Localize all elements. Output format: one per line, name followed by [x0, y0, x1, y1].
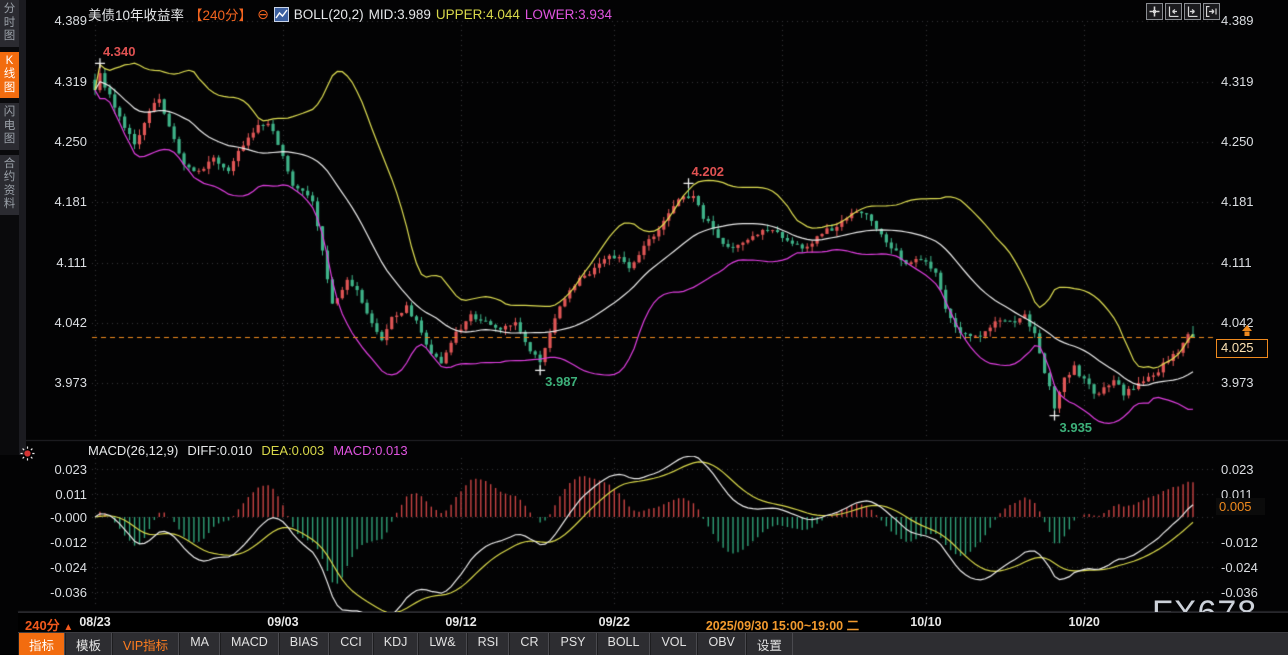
macd-name: MACD(26,12,9): [88, 443, 178, 458]
sidebar-tab-2[interactable]: K线图: [0, 52, 19, 99]
toolbar-tab-PSY[interactable]: PSY: [549, 633, 596, 655]
macd-diff: DIFF:0.010: [187, 443, 252, 458]
axis-tick-label: 0.023: [54, 462, 87, 477]
price-marker-high: 4.340: [103, 44, 136, 59]
price-pin-icon: [1240, 325, 1254, 337]
axis-tick-label: 3.973: [54, 375, 87, 390]
axis-tick-label: 4.389: [54, 13, 87, 28]
scale-axis-left-icon[interactable]: [1165, 3, 1182, 20]
toolbar-tab-CR[interactable]: CR: [509, 633, 549, 655]
period-tag: 【240分】: [189, 4, 252, 24]
boll-mid: MID:3.989: [369, 7, 431, 22]
axis-tick-label: 4.250: [1221, 134, 1254, 149]
collapse-icon[interactable]: ⊖: [257, 6, 269, 23]
axis-tick-label: 4.181: [54, 194, 87, 209]
macd-value: MACD:0.013: [333, 443, 407, 458]
toolbar-tab-MACD[interactable]: MACD: [220, 633, 279, 655]
boll-lower: LOWER:3.934: [525, 7, 612, 22]
toolbar-tab-LWx[interactable]: LW&: [418, 633, 466, 655]
left-gutter: [19, 0, 26, 455]
trading-app: 分时图 K线图闪电图合约资料 美债10年收益率【240分】 ⊖ BOLL(20,2…: [0, 0, 1288, 654]
axis-tick-label: -0.024: [50, 560, 87, 575]
x-axis-date: 09/22: [599, 615, 630, 629]
axis-tick-label: 0.023: [1221, 462, 1254, 477]
axis-tick-label: 4.389: [1221, 13, 1254, 28]
toolbar-tab-BOLL[interactable]: BOLL: [597, 633, 651, 655]
price-marker-high: 4.202: [692, 164, 725, 179]
indicator-toolbar: 指标模板VIP指标MAMACDBIASCCIKDJLW&RSICRPSYBOLL…: [18, 632, 1288, 655]
axis-tick-label: 4.250: [54, 134, 87, 149]
axis-tick-label: 0.011: [55, 487, 87, 502]
toolbar-tab-BIAS[interactable]: BIAS: [279, 633, 330, 655]
axis-tick-label: 4.042: [54, 315, 87, 330]
x-axis-date: 09/03: [267, 615, 298, 629]
macd-current-badge: 0.005: [1216, 498, 1265, 515]
indicator-settings-icon[interactable]: [20, 446, 35, 461]
chart-canvas[interactable]: [0, 0, 1288, 654]
scale-axis-right-icon[interactable]: [1184, 3, 1201, 20]
toolbar-tab-CCI[interactable]: CCI: [329, 633, 373, 655]
instrument-title: 美债10年收益率: [88, 4, 184, 24]
x-axis-date: 08/23: [79, 615, 110, 629]
boll-upper: UPPER:4.044: [436, 7, 520, 22]
toolbar-tab-RSI[interactable]: RSI: [467, 633, 510, 655]
macd-dea: DEA:0.003: [261, 443, 324, 458]
macd-header: MACD(26,12,9) DIFF:0.010 DEA:0.003 MACD:…: [88, 443, 408, 458]
chart-window-controls: [1146, 3, 1220, 20]
toolbar-tab-xx[interactable]: 设置: [746, 633, 793, 655]
toolbar-tab-xx[interactable]: 指标: [18, 633, 65, 655]
axis-tick-label: 4.111: [56, 255, 87, 270]
axis-tick-label: 4.181: [1221, 194, 1254, 209]
x-axis-date: 10/10: [910, 615, 941, 629]
x-axis-date: 09/12: [445, 615, 476, 629]
chart-header: 美债10年收益率【240分】 ⊖ BOLL(20,2) MID:3.989 UP…: [88, 4, 612, 24]
main-y-axis-left: 4.389 4.319 4.250 4.181 4.111 4.042 3.973 0.023…: [26, 0, 87, 654]
toolbar-tab-MA[interactable]: MA: [179, 633, 220, 655]
axis-tick-label: 3.973: [1221, 375, 1254, 390]
axis-tick-label: -0.000: [50, 510, 87, 525]
price-marker-low: 3.987: [545, 374, 578, 389]
toolbar-tab-OBV[interactable]: OBV: [697, 633, 745, 655]
axis-tick-label: -0.012: [50, 535, 87, 550]
pan-right-icon[interactable]: [1203, 3, 1220, 20]
current-price-badge: 4.025: [1216, 339, 1268, 358]
toolbar-tab-KDJ[interactable]: KDJ: [373, 633, 419, 655]
axis-tick-label: 4.111: [1221, 255, 1252, 270]
toolbar-tab-VIPxx[interactable]: VIP指标: [112, 633, 179, 655]
move-crosshair-icon[interactable]: [1146, 3, 1163, 20]
boll-name: BOLL(20,2): [294, 7, 364, 22]
mini-chart-icon: [274, 7, 289, 22]
x-axis-row: 240分 ▲ 08/2309/0309/1209/2210/1010/20 20…: [18, 612, 1288, 633]
chart-type-sidebar: 分时图 K线图闪电图合约资料: [0, 0, 19, 455]
axis-tick-label: 4.319: [1221, 74, 1254, 89]
axis-tick-label: 4.319: [54, 74, 87, 89]
axis-tick-label: -0.012: [1221, 535, 1258, 550]
sidebar-tab-4[interactable]: 合约资料: [0, 155, 19, 215]
axis-tick-label: -0.024: [1221, 560, 1258, 575]
axis-tick-label: -0.036: [1221, 585, 1258, 600]
axis-tick-label: -0.036: [50, 585, 87, 600]
sidebar-tab-1[interactable]: 分时图: [0, 0, 19, 47]
sidebar-tab-3[interactable]: 闪电图: [0, 103, 19, 150]
x-axis-date: 10/20: [1069, 615, 1100, 629]
toolbar-tab-VOL[interactable]: VOL: [650, 633, 697, 655]
price-marker-low: 3.935: [1060, 420, 1093, 435]
toolbar-tab-xx[interactable]: 模板: [65, 633, 112, 655]
